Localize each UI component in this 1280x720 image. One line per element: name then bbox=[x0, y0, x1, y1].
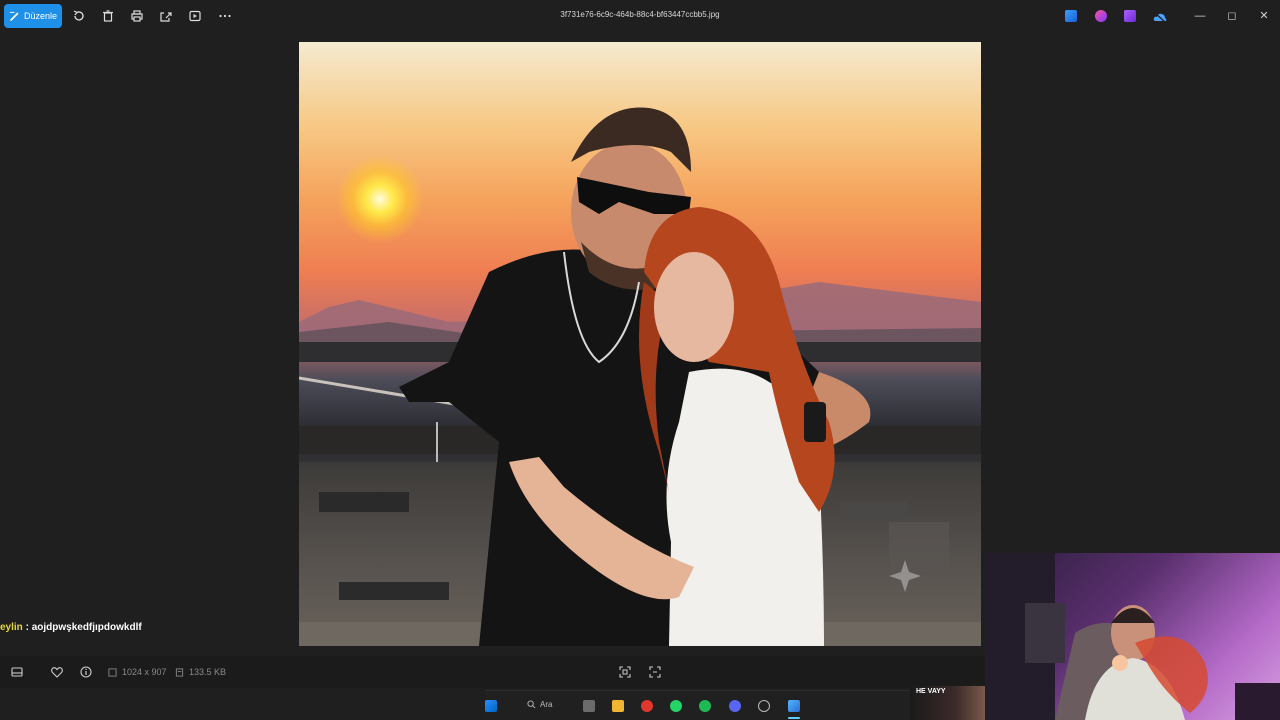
windows-taskbar: Ara bbox=[485, 690, 910, 720]
taskbar-search[interactable]: Ara bbox=[527, 700, 552, 709]
taskbar-search-label: Ara bbox=[540, 700, 553, 709]
minimize-button[interactable]: — bbox=[1192, 8, 1208, 24]
edit-icon bbox=[9, 11, 19, 21]
start-icon[interactable] bbox=[485, 700, 497, 712]
fit-to-window-icon[interactable] bbox=[618, 665, 632, 679]
chat-username: eylin bbox=[0, 622, 23, 633]
stream-thumbnail: HE VAYY bbox=[910, 686, 985, 720]
top-toolbar: Düzenle 3f731e76-6c9c-464b-88c4-bf63447c… bbox=[0, 0, 1280, 34]
discord-icon[interactable] bbox=[729, 700, 741, 712]
dimensions-icon bbox=[108, 667, 117, 677]
photo-viewer-image[interactable] bbox=[299, 42, 981, 646]
delete-icon[interactable] bbox=[101, 9, 115, 23]
stream-overlay-text: HE VAYY bbox=[916, 688, 946, 695]
stream-chat-message: eylin : aojdpwşkedfjıpdowkdlf bbox=[0, 622, 142, 633]
edit-button[interactable]: Düzenle bbox=[4, 4, 62, 28]
filmstrip-icon[interactable] bbox=[10, 665, 24, 679]
spotify-icon[interactable] bbox=[699, 700, 711, 712]
browser-icon[interactable] bbox=[641, 700, 653, 712]
file-name: 3f731e76-6c9c-464b-88c4-bf63447ccbb5.jpg bbox=[560, 10, 720, 19]
rotate-icon[interactable] bbox=[72, 9, 86, 23]
file-size: 133.5 KB bbox=[175, 667, 226, 677]
whatsapp-icon[interactable] bbox=[670, 700, 682, 712]
edit-button-label: Düzenle bbox=[23, 11, 58, 21]
designer-icon[interactable] bbox=[1124, 10, 1136, 22]
share-icon[interactable] bbox=[159, 9, 173, 23]
file-size-icon bbox=[175, 667, 184, 677]
bottom-status-bar: 1024 x 907 133.5 KB bbox=[0, 656, 985, 688]
maximize-button[interactable]: ◻ bbox=[1224, 8, 1240, 24]
clipchamp-icon[interactable] bbox=[1095, 10, 1107, 22]
more-icon[interactable] bbox=[218, 9, 232, 23]
photos-app-taskbar-icon[interactable] bbox=[788, 700, 800, 712]
dimensions-value: 1024 x 907 bbox=[122, 667, 167, 677]
edit-app-icon[interactable] bbox=[1065, 10, 1077, 22]
photos-app-window: Düzenle 3f731e76-6c9c-464b-88c4-bf63447c… bbox=[0, 0, 1280, 720]
chat-separator: : bbox=[22, 622, 32, 633]
task-view-icon[interactable] bbox=[583, 700, 595, 712]
chat-text: aojdpwşkedfjıpdowkdlf bbox=[31, 622, 142, 633]
search-icon bbox=[527, 700, 536, 709]
file-explorer-icon[interactable] bbox=[612, 700, 624, 712]
settings-icon[interactable] bbox=[758, 700, 770, 712]
streamer-webcam bbox=[985, 553, 1280, 720]
print-icon[interactable] bbox=[130, 9, 144, 23]
info-icon[interactable] bbox=[79, 665, 93, 679]
file-size-value: 133.5 KB bbox=[189, 667, 227, 677]
favorite-icon[interactable] bbox=[50, 665, 64, 679]
slideshow-icon[interactable] bbox=[188, 9, 202, 23]
actual-size-icon[interactable] bbox=[648, 665, 662, 679]
image-dimensions: 1024 x 907 bbox=[108, 667, 167, 677]
close-button[interactable]: ✕ bbox=[1256, 8, 1272, 24]
couple-figures bbox=[399, 107, 921, 646]
active-app-indicator bbox=[788, 717, 800, 719]
onedrive-icon[interactable] bbox=[1153, 10, 1167, 23]
